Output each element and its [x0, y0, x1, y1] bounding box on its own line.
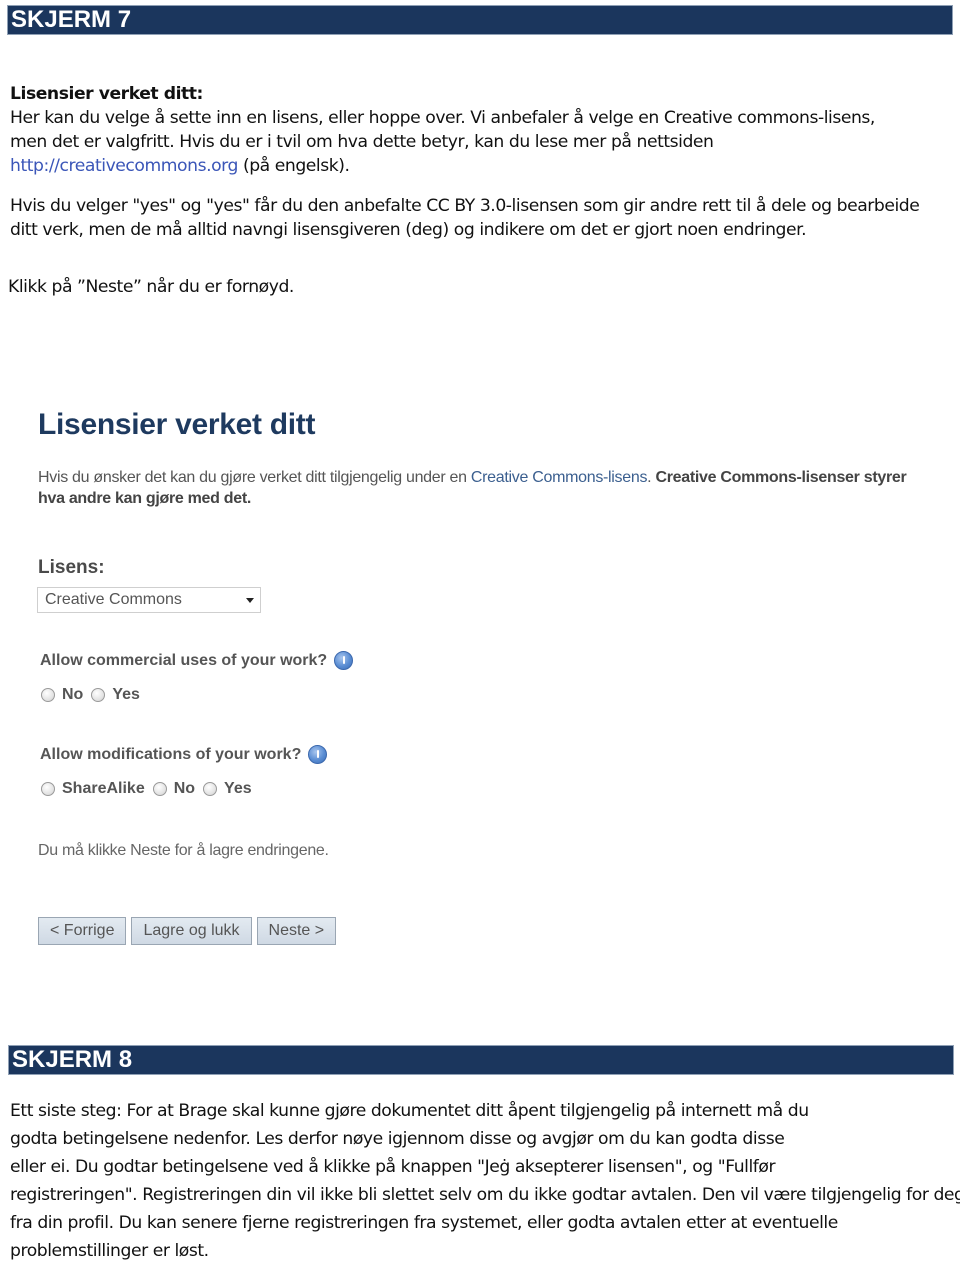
- save-close-button[interactable]: Lagre og lukk: [131, 917, 252, 945]
- radio-modifications-sharealike[interactable]: ShareAlike: [41, 780, 145, 798]
- screen8-line: fra din profil. Du kan senere fjerne reg…: [10, 1213, 838, 1233]
- cc-license-link[interactable]: Creative Commons-lisens: [471, 469, 648, 486]
- license-label: Lisens:: [38, 557, 105, 578]
- commercial-radio-group: No Yes: [41, 686, 148, 704]
- link-suffix: (på engelsk).: [237, 156, 350, 176]
- form-title: Lisensier verket ditt: [38, 408, 316, 441]
- radio-label: ShareAlike: [62, 780, 145, 797]
- screen8-line: eller ei. Du godtar betingelsene ved å k…: [10, 1157, 776, 1177]
- radio-modifications-no[interactable]: No: [152, 780, 196, 798]
- click-next-block: Klikk på ”Neste” når du er fornøyd.: [8, 275, 953, 299]
- radio-label: Yes: [112, 686, 140, 703]
- screen8-line: problemstillinger er løst.: [10, 1241, 209, 1261]
- modifications-radio-group: ShareAlike No Yes: [41, 780, 260, 798]
- cc-note-block: Hvis du velger "yes" og "yes" får du den…: [10, 194, 955, 242]
- intro-block: Lisensier verket ditt: Her kan du velge …: [10, 82, 955, 178]
- radio-button[interactable]: [203, 782, 218, 796]
- question-modifications-label: Allow modifications of your work?: [40, 745, 302, 763]
- radio-button[interactable]: [41, 688, 55, 702]
- cc-note-line: ditt verk, men de må alltid navngi lisen…: [10, 220, 807, 240]
- section-header-skjerm-8: SKJERM 8: [8, 1045, 954, 1075]
- next-button[interactable]: Neste >: [256, 917, 337, 945]
- radio-button[interactable]: [152, 782, 167, 796]
- question-modifications: Allow modifications of your work?: [40, 745, 328, 764]
- radio-commercial-yes[interactable]: Yes: [91, 686, 140, 704]
- desc-prefix: Hvis du ønsker det kan du gjøre verket d…: [38, 469, 471, 486]
- intro-line: Her kan du velge å sette inn en lisens, …: [10, 108, 875, 128]
- click-next-text: Klikk på ”Neste” når du er fornøyd.: [8, 277, 294, 297]
- license-form-screenshot: Lisensier verket ditt Hvis du ønsker det…: [0, 390, 960, 970]
- screen8-line: registreringen". Registreringen din vil …: [10, 1185, 960, 1205]
- radio-commercial-no[interactable]: No: [41, 686, 83, 704]
- question-commercial: Allow commercial uses of your work?: [40, 651, 354, 670]
- radio-button[interactable]: [91, 688, 106, 702]
- radio-label: Yes: [224, 780, 252, 797]
- section-header-skjerm-7: SKJERM 7: [7, 5, 953, 35]
- previous-button[interactable]: < Forrige: [38, 917, 127, 945]
- screen8-line: Ett siste steg: For at Brage skal kunne …: [10, 1101, 809, 1121]
- info-icon[interactable]: [334, 651, 354, 670]
- form-buttons: < Forrige Lagre og lukk Neste >: [38, 917, 341, 945]
- license-select[interactable]: Creative Commons: [37, 587, 261, 613]
- intro-line: men det er valgfritt. Hvis du er i tvil …: [10, 132, 714, 152]
- radio-label: No: [62, 686, 84, 703]
- creativecommons-link[interactable]: http://creativecommons.org: [10, 156, 238, 176]
- info-icon[interactable]: [308, 745, 328, 764]
- form-description: Hvis du ønsker det kan du gjøre verket d…: [38, 467, 918, 509]
- screen8-line: godta betingelsene nedenfor. Les derfor …: [10, 1129, 785, 1149]
- radio-modifications-yes[interactable]: Yes: [203, 780, 252, 798]
- license-select-value: Creative Commons: [45, 591, 182, 608]
- chevron-down-icon: [246, 598, 254, 603]
- intro-link-line: http://creativecommons.org (på engelsk).: [10, 154, 955, 178]
- intro-title: Lisensier verket ditt:: [10, 84, 203, 104]
- save-hint: Du må klikke Neste for å lagre endringen…: [38, 842, 329, 859]
- question-commercial-label: Allow commercial uses of your work?: [40, 651, 328, 669]
- screen8-text-block: Ett siste steg: For at Brage skal kunne …: [10, 1097, 960, 1261]
- radio-button[interactable]: [41, 782, 55, 796]
- cc-note-line: Hvis du velger "yes" og "yes" får du den…: [10, 196, 920, 216]
- radio-label: No: [173, 780, 196, 797]
